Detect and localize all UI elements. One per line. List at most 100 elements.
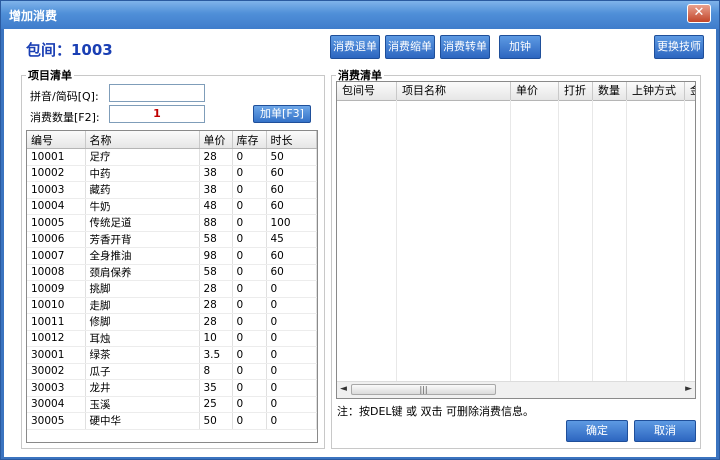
table-cell: 48 bbox=[199, 198, 233, 215]
column-header[interactable]: 包间号 bbox=[337, 82, 397, 100]
table-cell: 10002 bbox=[27, 165, 86, 182]
table-row[interactable]: 30005 硬中华 50 0 0 bbox=[27, 412, 317, 430]
table-cell: 58 bbox=[199, 264, 233, 281]
table-cell: 10006 bbox=[27, 231, 86, 248]
column-header[interactable]: 金 bbox=[685, 82, 695, 100]
table-cell: 0 bbox=[232, 313, 267, 331]
change-technician-button[interactable]: 更换技师 bbox=[654, 35, 704, 59]
column-divider bbox=[626, 100, 627, 382]
scroll-left-icon[interactable]: ◄ bbox=[340, 384, 347, 394]
table-cell: 28 bbox=[199, 148, 233, 166]
title-bar[interactable]: 增加消费 ✕ bbox=[1, 1, 719, 29]
table-cell: 0 bbox=[232, 412, 267, 430]
table-cell: 全身推油 bbox=[85, 247, 200, 265]
table-cell: 28 bbox=[199, 280, 233, 298]
column-divider bbox=[396, 100, 397, 382]
item-table[interactable]: 编号 名称 单价 库存 时长 10001 足疗 28 0 50 10002 中药 38 0 60 1… bbox=[26, 130, 318, 443]
table-cell: 10007 bbox=[27, 247, 86, 265]
table-cell: 60 bbox=[266, 247, 317, 265]
table-cell: 60 bbox=[266, 198, 317, 215]
scroll-right-icon[interactable]: ► bbox=[685, 384, 692, 394]
table-cell: 0 bbox=[266, 313, 317, 331]
table-cell: 0 bbox=[266, 297, 317, 314]
table-cell: 100 bbox=[266, 214, 317, 232]
table-cell: 走脚 bbox=[85, 297, 200, 314]
column-header[interactable]: 库存 bbox=[232, 131, 267, 149]
table-cell: 玉溪 bbox=[85, 396, 200, 413]
confirm-button[interactable]: 确定 bbox=[566, 420, 628, 442]
table-row[interactable]: 30003 龙井 35 0 0 bbox=[27, 379, 317, 397]
column-header[interactable]: 时长 bbox=[266, 131, 317, 149]
table-cell: 45 bbox=[266, 231, 317, 248]
table-cell: 50 bbox=[199, 412, 233, 430]
table-row[interactable]: 10008 颈肩保养 58 0 60 bbox=[27, 264, 317, 281]
cancel-order-button[interactable]: 消费退单 bbox=[330, 35, 380, 59]
column-header[interactable]: 打折 bbox=[559, 82, 593, 100]
table-row[interactable]: 10005 传统足道 88 0 100 bbox=[27, 214, 317, 232]
quantity-label: 消费数量[F2]: bbox=[30, 111, 100, 124]
table-row[interactable]: 10012 耳烛 10 0 0 bbox=[27, 330, 317, 347]
table-cell: 0 bbox=[266, 280, 317, 298]
item-table-header: 编号 名称 单价 库存 时长 bbox=[27, 131, 317, 149]
table-row[interactable]: 30002 瓜子 8 0 0 bbox=[27, 363, 317, 380]
table-cell: 10012 bbox=[27, 330, 86, 347]
table-row[interactable]: 10004 牛奶 48 0 60 bbox=[27, 198, 317, 215]
column-divider bbox=[592, 100, 593, 382]
table-row[interactable]: 10001 足疗 28 0 50 bbox=[27, 148, 317, 166]
consumption-table-header: 包间号 项目名称 单价 打折 数量 上钟方式 金 bbox=[337, 82, 695, 101]
table-cell: 0 bbox=[232, 330, 267, 347]
table-cell: 0 bbox=[232, 363, 267, 380]
table-cell: 0 bbox=[266, 412, 317, 430]
transfer-order-button[interactable]: 消费转单 bbox=[440, 35, 490, 59]
table-cell: 8 bbox=[199, 363, 233, 380]
table-cell: 0 bbox=[232, 148, 267, 166]
column-header[interactable]: 数量 bbox=[593, 82, 627, 100]
consumption-table[interactable]: 包间号 项目名称 单价 打折 数量 上钟方式 金 ◄ ||| ► bbox=[336, 81, 696, 399]
pinyin-search-input[interactable] bbox=[109, 84, 205, 102]
table-row[interactable]: 10009 挑脚 28 0 0 bbox=[27, 280, 317, 298]
table-cell: 0 bbox=[232, 280, 267, 298]
table-row[interactable]: 30004 玉溪 25 0 0 bbox=[27, 396, 317, 413]
table-cell: 0 bbox=[232, 379, 267, 397]
table-row[interactable]: 10011 修脚 28 0 0 bbox=[27, 313, 317, 331]
table-cell: 传统足道 bbox=[85, 214, 200, 232]
column-header[interactable]: 单价 bbox=[511, 82, 559, 100]
column-header[interactable]: 单价 bbox=[199, 131, 233, 149]
table-cell: 龙井 bbox=[85, 379, 200, 397]
table-cell: 10008 bbox=[27, 264, 86, 281]
add-consumption-window: 增加消费 ✕ 包间：1003 消费退单 消费缩单 消费转单 加钟 更换技师 项目… bbox=[0, 0, 720, 460]
column-header[interactable]: 上钟方式 bbox=[627, 82, 685, 100]
table-row[interactable]: 10002 中药 38 0 60 bbox=[27, 165, 317, 182]
table-cell: 30005 bbox=[27, 412, 86, 430]
table-cell: 38 bbox=[199, 181, 233, 199]
add-item-button[interactable]: 加单[F3] bbox=[253, 105, 311, 123]
cancel-button[interactable]: 取消 bbox=[634, 420, 696, 442]
close-icon[interactable]: ✕ bbox=[687, 4, 711, 23]
column-header[interactable]: 名称 bbox=[85, 131, 200, 149]
reduce-order-button[interactable]: 消费缩单 bbox=[385, 35, 435, 59]
add-time-button[interactable]: 加钟 bbox=[499, 35, 541, 59]
column-divider bbox=[510, 100, 511, 382]
horizontal-scrollbar[interactable]: ◄ ||| ► bbox=[337, 381, 695, 398]
table-cell: 30004 bbox=[27, 396, 86, 413]
table-cell: 0 bbox=[266, 363, 317, 380]
table-cell: 0 bbox=[232, 264, 267, 281]
pinyin-label: 拼音/简码[Q]: bbox=[30, 90, 99, 103]
column-divider bbox=[558, 100, 559, 382]
scroll-thumb[interactable]: ||| bbox=[351, 384, 496, 395]
table-row[interactable]: 30001 绿茶 3.5 0 0 bbox=[27, 346, 317, 364]
table-row[interactable]: 10007 全身推油 98 0 60 bbox=[27, 247, 317, 265]
table-cell: 10011 bbox=[27, 313, 86, 331]
table-cell: 颈肩保养 bbox=[85, 264, 200, 281]
column-header[interactable]: 项目名称 bbox=[397, 82, 511, 100]
table-cell: 足疗 bbox=[85, 148, 200, 166]
table-cell: 硬中华 bbox=[85, 412, 200, 430]
table-cell: 0 bbox=[232, 396, 267, 413]
table-cell: 28 bbox=[199, 297, 233, 314]
column-header[interactable]: 编号 bbox=[27, 131, 86, 149]
table-row[interactable]: 10010 走脚 28 0 0 bbox=[27, 297, 317, 314]
table-row[interactable]: 10006 芳香开背 58 0 45 bbox=[27, 231, 317, 248]
table-cell: 0 bbox=[232, 297, 267, 314]
table-row[interactable]: 10003 藏药 38 0 60 bbox=[27, 181, 317, 199]
quantity-input[interactable]: 1 bbox=[109, 105, 205, 123]
